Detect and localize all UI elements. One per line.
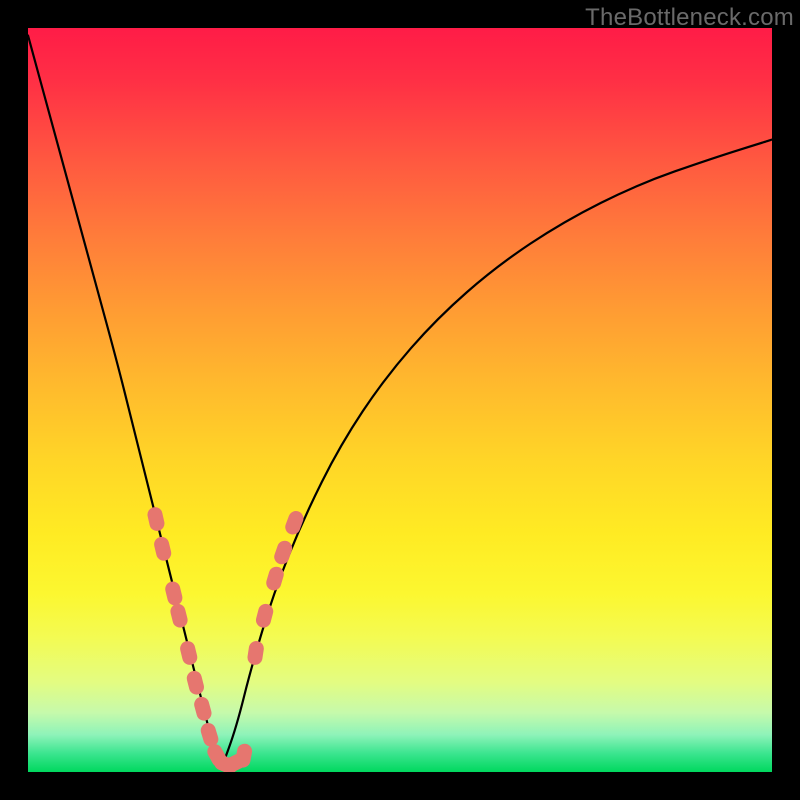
marker-capsule [199, 721, 220, 748]
marker-capsule [192, 695, 213, 722]
marker-capsule [185, 669, 205, 696]
marker-capsule [272, 539, 294, 567]
marker-capsule [153, 535, 173, 562]
plot-area [28, 28, 772, 772]
marker-capsule [179, 640, 199, 667]
marker-capsule [283, 509, 305, 537]
marker-capsule [164, 580, 184, 607]
marker-group [146, 506, 306, 772]
curve-right-branch [221, 140, 772, 769]
marker-capsule [254, 602, 275, 629]
chart-svg [28, 28, 772, 772]
marker-capsule [169, 602, 189, 629]
marker-capsule [146, 506, 166, 533]
marker-capsule [246, 640, 264, 666]
outer-frame: TheBottleneck.com [0, 0, 800, 800]
watermark-label: TheBottleneck.com [585, 4, 794, 32]
bottleneck-curve [28, 35, 772, 768]
